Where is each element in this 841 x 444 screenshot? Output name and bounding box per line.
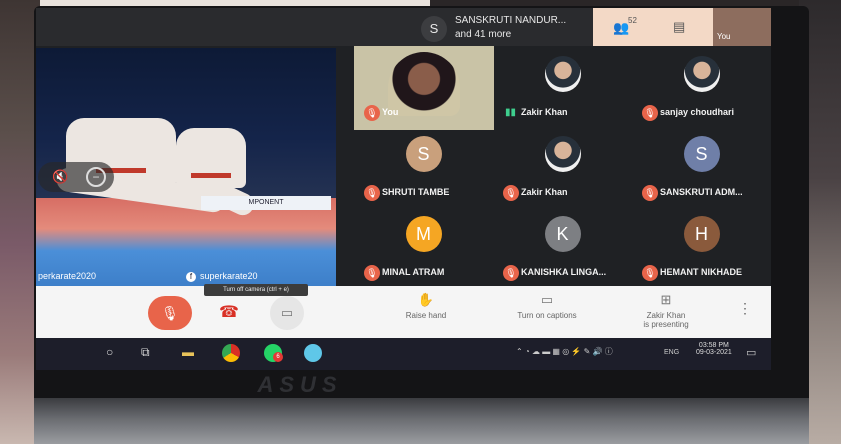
chat-icon[interactable]: ▤ <box>673 19 685 35</box>
mic-off-icon: 🎙 <box>642 265 658 281</box>
participant-name: SHRUTI TAMBE <box>382 187 450 197</box>
browser-icon[interactable] <box>304 344 322 362</box>
presenting-indicator[interactable]: ⊞ Zakir Khan is presenting <box>626 292 706 329</box>
mic-off-icon: 🎙 <box>364 265 380 281</box>
more-options-icon[interactable]: ⋮ <box>738 300 752 317</box>
mic-off-icon: 🎙 <box>503 185 519 201</box>
avatar: S <box>405 136 442 172</box>
camera-tooltip: Turn off camera (ctrl + e) <box>204 284 308 296</box>
system-tray-icons[interactable]: ⌃ ◔ ☁ ▬ ▦ ◎ ⚡ ✎ 🔊 ⓘ <box>516 346 613 357</box>
avatar <box>544 136 581 172</box>
participant-video <box>388 52 460 116</box>
language-indicator[interactable]: ENG <box>664 349 679 356</box>
avatar <box>683 56 720 92</box>
clock-date: 09-03-2021 <box>696 349 732 356</box>
laptop-brand-logo: ASUS <box>257 372 343 397</box>
participant-name: sanjay choudhari <box>660 107 735 117</box>
presentation-video[interactable]: MPONENT 🔇 − perkarate2020 f superkarate20 <box>36 48 336 286</box>
presentation-controls: 🔇 − <box>38 162 114 192</box>
camera-icon: ▭ <box>280 305 294 320</box>
video-banner: MPONENT <box>201 196 331 210</box>
captions-button[interactable]: ▭ Turn on captions <box>502 292 592 320</box>
raise-hand-label: Raise hand <box>405 311 447 320</box>
meeting-screen: S SANSKRUTI NANDUR... and 41 more 👥 52 ▤… <box>36 8 771 370</box>
people-icon[interactable]: 👥 <box>613 20 629 36</box>
leave-call-button[interactable]: ☎ <box>214 298 244 328</box>
participant-tile[interactable]: S 🎙 SANSKRUTI ADM... <box>632 126 771 206</box>
mute-presentation-icon[interactable]: 🔇 <box>52 169 68 185</box>
hand-icon: ✋ <box>417 292 435 307</box>
presenting-status: is presenting <box>643 320 689 329</box>
microphone-toggle-button[interactable]: 🎙 <box>148 296 192 330</box>
avatar: S <box>421 16 447 42</box>
camera-toggle-button[interactable]: ▭ <box>270 296 304 330</box>
participant-tile[interactable]: H 🎙 HEMANT NIKHADE <box>632 206 771 286</box>
participant-summary-name: SANSKRUTI NANDUR... <box>455 15 567 26</box>
avatar <box>544 56 581 92</box>
mic-off-icon: 🎙 <box>364 185 380 201</box>
participant-tile[interactable]: M 🎙 MINAL ATRAM <box>354 206 493 286</box>
present-screen-icon: ⊞ <box>660 292 672 307</box>
mic-off-icon: 🎙 <box>642 105 658 121</box>
clock[interactable]: 03:58 PM 09-03-2021 <box>696 342 732 356</box>
call-controls: Turn off camera (ctrl + e) 🎙 ☎ ▭ ✋ Raise… <box>36 284 771 338</box>
captions-label: Turn on captions <box>517 311 577 320</box>
participant-name: Zakir Khan <box>521 187 568 197</box>
participant-name: SANSKRUTI ADM... <box>660 187 743 197</box>
mic-off-icon: 🎙 <box>161 305 179 321</box>
laptop-base <box>34 398 809 444</box>
search-circle-icon[interactable]: ○ <box>106 345 113 359</box>
participant-tile[interactable]: ▮▮ Zakir Khan <box>493 46 632 126</box>
facebook-icon: f <box>186 272 196 282</box>
participant-name: KANISHKA LINGA... <box>521 267 607 277</box>
avatar: H <box>683 216 720 252</box>
chrome-icon[interactable] <box>222 344 240 362</box>
participant-summary-more: and 41 more <box>455 29 512 40</box>
avatar: S <box>683 136 720 172</box>
participant-tile[interactable]: S 🎙 SHRUTI TAMBE <box>354 126 493 206</box>
video-watermark: perkarate2020 <box>38 271 97 281</box>
video-watermark-text: superkarate20 <box>200 271 258 281</box>
participant-name: MINAL ATRAM <box>382 267 445 277</box>
participant-tile[interactable]: 🎙 Zakir Khan <box>493 126 632 206</box>
file-explorer-icon[interactable]: ▬ <box>182 345 194 359</box>
presenting-name: Zakir Khan <box>646 311 686 320</box>
participant-tile[interactable]: 🎙 You <box>354 46 494 130</box>
mic-off-icon: 🎙 <box>503 265 519 281</box>
raise-hand-button[interactable]: ✋ Raise hand <box>396 292 456 320</box>
avatar: K <box>544 216 581 252</box>
hang-up-icon: ☎ <box>219 304 239 321</box>
mic-off-icon: 🎙 <box>364 105 380 121</box>
minimize-icon[interactable]: − <box>86 167 106 187</box>
participant-tile[interactable]: 🎙 sanjay choudhari <box>632 46 771 126</box>
video-figure-belt <box>191 173 231 178</box>
video-watermark: f superkarate20 <box>186 271 258 282</box>
task-view-icon[interactable]: ⧉ <box>141 345 150 360</box>
participant-summary[interactable]: S SANSKRUTI NANDUR... and 41 more <box>421 12 589 44</box>
participant-name: Zakir Khan <box>521 107 568 117</box>
captions-icon: ▭ <box>540 292 554 307</box>
people-count-badge: 52 <box>628 16 637 25</box>
windows-taskbar: ○ ⧉ ▬ 6 ⌃ ◔ ☁ ▬ ▦ ◎ ⚡ ✎ 🔊 ⓘ ENG 03:58 PM… <box>36 338 771 370</box>
mic-off-icon: 🎙 <box>642 185 658 201</box>
participant-grid: 🎙 You ▮▮ Zakir Khan 🎙 sanjay choudhari S 🎙 SHRUT… <box>354 46 771 286</box>
clock-time: 03:58 PM <box>698 342 729 349</box>
notification-center-icon[interactable]: ▭ <box>746 346 756 359</box>
avatar: M <box>405 216 442 252</box>
participant-name: HEMANT NIKHADE <box>660 267 742 277</box>
self-view-label: You <box>717 32 731 41</box>
meeting-top-bar: S SANSKRUTI NANDUR... and 41 more 👥 52 ▤… <box>36 8 771 46</box>
participant-tile[interactable]: K 🎙 KANISHKA LINGA... <box>493 206 632 286</box>
side-panel-tabs: 👥 52 ▤ <box>593 8 713 46</box>
self-view-thumbnail: You <box>713 8 771 46</box>
participant-name: You <box>382 107 399 117</box>
mic-active-icon: ▮▮ <box>505 107 517 118</box>
notification-badge: 6 <box>273 352 283 362</box>
